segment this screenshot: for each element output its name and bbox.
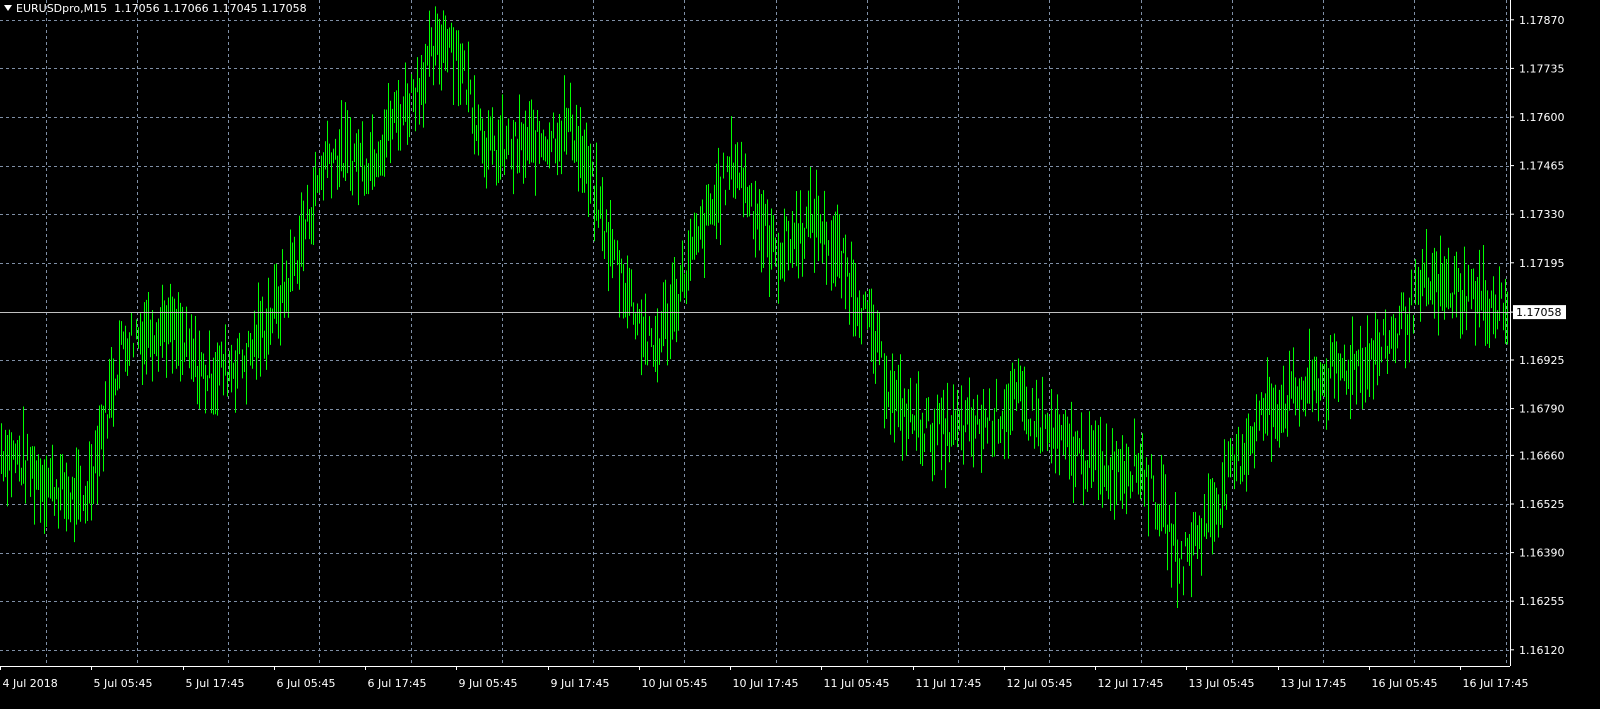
y-tick-label: 1.16255 (1519, 595, 1565, 608)
y-tick-label: 1.17600 (1519, 111, 1565, 124)
x-tick-label: 9 Jul 17:45 (551, 677, 610, 690)
x-tick-label: 9 Jul 05:45 (459, 677, 518, 690)
x-tick-label: 5 Jul 05:45 (94, 677, 153, 690)
y-tick-label: 1.16660 (1519, 449, 1565, 462)
y-tick-label: 1.17735 (1519, 62, 1565, 75)
chart-canvas[interactable]: 1.17870 1.17735 1.17600 1.17465 1.17330 1.171… (0, 0, 1600, 709)
x-tick-label: 6 Jul 05:45 (277, 677, 336, 690)
y-tick-label: 1.16525 (1519, 498, 1565, 511)
y-tick-label: 1.16925 (1519, 354, 1565, 367)
x-tick-label: 11 Jul 05:45 (824, 677, 890, 690)
x-tick-label: 12 Jul 17:45 (1098, 677, 1164, 690)
x-tick-label: 4 Jul 2018 (3, 677, 58, 690)
y-tick-label: 1.16120 (1519, 644, 1565, 657)
x-tick-label: 10 Jul 05:45 (642, 677, 708, 690)
x-tick-label: 10 Jul 17:45 (733, 677, 799, 690)
x-tick-label: 6 Jul 17:45 (368, 677, 427, 690)
y-tick-label: 1.17465 (1519, 160, 1565, 173)
y-tick-label: 1.16390 (1519, 547, 1565, 560)
x-tick-label: 16 Jul 17:45 (1463, 677, 1529, 690)
price-bars (1, 6, 1508, 608)
x-tick-label: 16 Jul 05:45 (1372, 677, 1438, 690)
y-tick-label: 1.17870 (1519, 14, 1565, 27)
y-tick-label: 1.17330 (1519, 208, 1565, 221)
y-tick-label: 1.16790 (1519, 403, 1565, 416)
x-tick-label: 5 Jul 17:45 (186, 677, 245, 690)
x-tick-label: 13 Jul 05:45 (1189, 677, 1255, 690)
x-tick-label: 12 Jul 05:45 (1007, 677, 1073, 690)
current-price-label: 1.17058 (1516, 306, 1562, 319)
price-chart[interactable]: EURUSDpro,M15 1.17056 1.17066 1.17045 1.… (0, 0, 1600, 709)
y-tick-label: 1.17195 (1519, 257, 1565, 270)
x-tick-label: 11 Jul 17:45 (916, 677, 982, 690)
x-tick-label: 13 Jul 17:45 (1281, 677, 1347, 690)
